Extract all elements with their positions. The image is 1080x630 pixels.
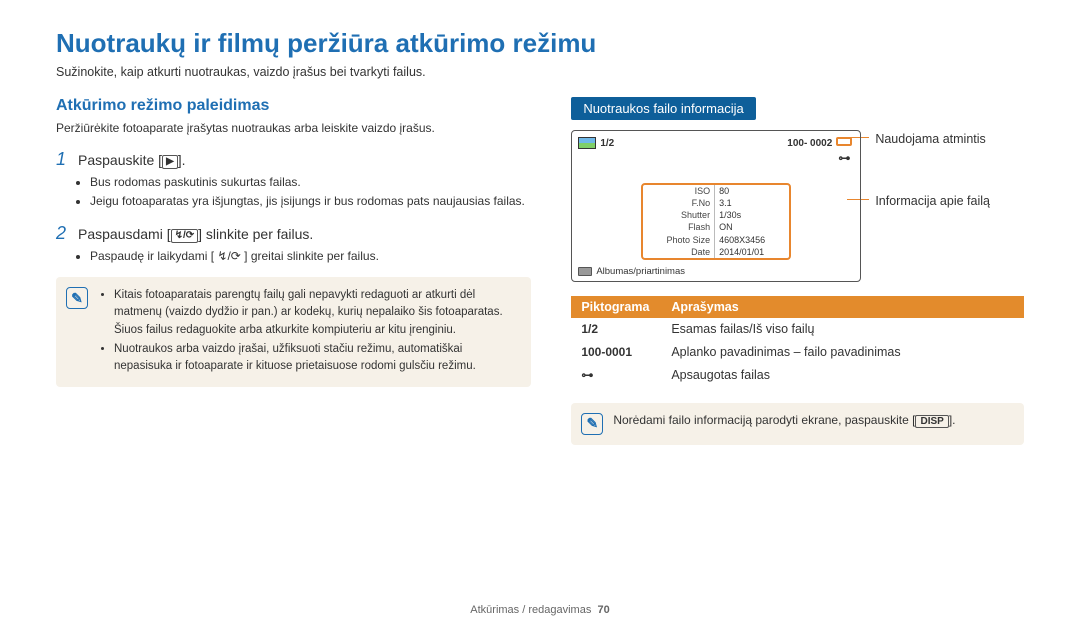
note-bullet: Nuotraukos arba vaizdo įrašai, užfiksuot… [114, 341, 517, 376]
nav-icons: ↯/⟳ [171, 229, 199, 243]
legend-icon: ⊶ [571, 363, 661, 386]
page-footer: Atkūrimas / redagavimas 70 [0, 604, 1080, 616]
lock-icon: ⊶ [838, 151, 850, 165]
thumbnail-icon [578, 137, 596, 149]
info-val: 4608X3456 [715, 234, 790, 246]
step-2-bullets: Paspaudę ir laikydami [ ↯/⟳ ] greitai sl… [78, 248, 531, 265]
legend-header-desc: Aprašymas [661, 296, 1024, 318]
note-bullet: Kitais fotoaparatais parengtų failų gali… [114, 287, 517, 339]
screen-footer: Albumas/priartinimas [578, 266, 854, 277]
intro-text: Sužinokite, kaip atkurti nuotraukas, vai… [56, 65, 1024, 79]
camera-screen: 1/2 100- 0002 ⊶ ISO80 F.No3.1 Shutter1/3… [571, 130, 861, 282]
file-info-panel: ISO80 F.No3.1 Shutter1/30s FlashON Photo… [641, 183, 791, 260]
step-text-a: Paspauskite [ [78, 152, 162, 168]
legend-table: Piktograma Aprašymas 1/2 Esamas failas/I… [571, 296, 1024, 387]
info-key: Photo Size [643, 234, 714, 246]
note-text-a: Norėdami failo informaciją parodyti ekra… [613, 413, 915, 427]
legend-icon: 100-0001 [571, 340, 661, 363]
disp-button-label: DISP [915, 415, 948, 428]
note-box-right: ✎ Norėdami failo informaciją parodyti ek… [571, 403, 1024, 445]
info-pill: Nuotraukos failo informacija [571, 97, 755, 120]
memory-icon [836, 137, 852, 146]
table-row: 100-0001 Aplanko pavadinimas – failo pav… [571, 340, 1024, 363]
key-icon [578, 267, 592, 276]
step-number: 2 [56, 223, 70, 244]
bullet: Bus rodomas paskutinis sukurtas failas. [90, 174, 531, 191]
info-val: 2014/01/01 [715, 246, 790, 258]
note-box-left: ✎ Kitais fotoaparatais parengtų failų ga… [56, 277, 531, 387]
legend-icon: 1/2 [571, 318, 661, 341]
callout-fileinfo: Informacija apie failą [875, 194, 1024, 208]
section-sub: Peržiūrėkite fotoaparate įrašytas nuotra… [56, 121, 531, 135]
footer-text: Atkūrimas / redagavimas [470, 604, 591, 616]
section-heading: Atkūrimo režimo paleidimas [56, 97, 531, 115]
callouts: Naudojama atmintis Informacija apie fail… [875, 130, 1024, 282]
info-val: 3.1 [715, 197, 790, 209]
info-key: Date [643, 246, 714, 258]
step-2: 2 Paspausdami [↯/⟳] slinkite per failus. [56, 223, 531, 244]
callout-memory: Naudojama atmintis [875, 132, 1024, 146]
note-icon: ✎ [581, 413, 603, 435]
step-number: 1 [56, 149, 70, 170]
legend-header-icon: Piktograma [571, 296, 661, 318]
legend-desc: Aplanko pavadinimas – failo pavadinimas [661, 340, 1024, 363]
info-key: Flash [643, 221, 714, 233]
info-val: 1/30s [715, 209, 790, 221]
step-text-b: ]. [178, 152, 186, 168]
legend-desc: Apsaugotas failas [661, 363, 1024, 386]
legend-desc: Esamas failas/Iš viso failų [661, 318, 1024, 341]
bullet: Paspaudę ir laikydami [ ↯/⟳ ] greitai sl… [90, 248, 531, 265]
step-text-b: ] slinkite per failus. [198, 226, 313, 242]
page-title: Nuotraukų ir filmų peržiūra atkūrimo rež… [56, 28, 1024, 59]
step-text: Paspauskite [▶]. [78, 152, 186, 169]
step-text-a: Paspausdami [ [78, 226, 171, 242]
foot-label: Albumas/priartinimas [596, 266, 685, 277]
file-counter: 1/2 [600, 138, 614, 149]
table-row: 1/2 Esamas failas/Iš viso failų [571, 318, 1024, 341]
info-key: ISO [643, 185, 714, 197]
info-val: 80 [715, 185, 790, 197]
page-number: 70 [597, 604, 609, 616]
step-text: Paspausdami [↯/⟳] slinkite per failus. [78, 226, 313, 243]
bullet: Jeigu fotoaparatas yra išjungtas, jis įs… [90, 193, 531, 210]
note-icon: ✎ [66, 287, 88, 309]
info-key: F.No [643, 197, 714, 209]
step-1: 1 Paspauskite [▶]. [56, 149, 531, 170]
play-icon: ▶ [162, 155, 178, 169]
info-key: Shutter [643, 209, 714, 221]
step-1-bullets: Bus rodomas paskutinis sukurtas failas. … [78, 174, 531, 211]
note-text-b: ]. [949, 413, 956, 427]
info-val: ON [715, 221, 790, 233]
file-name: 100- 0002 [787, 138, 832, 149]
table-row: ⊶ Apsaugotas failas [571, 363, 1024, 386]
